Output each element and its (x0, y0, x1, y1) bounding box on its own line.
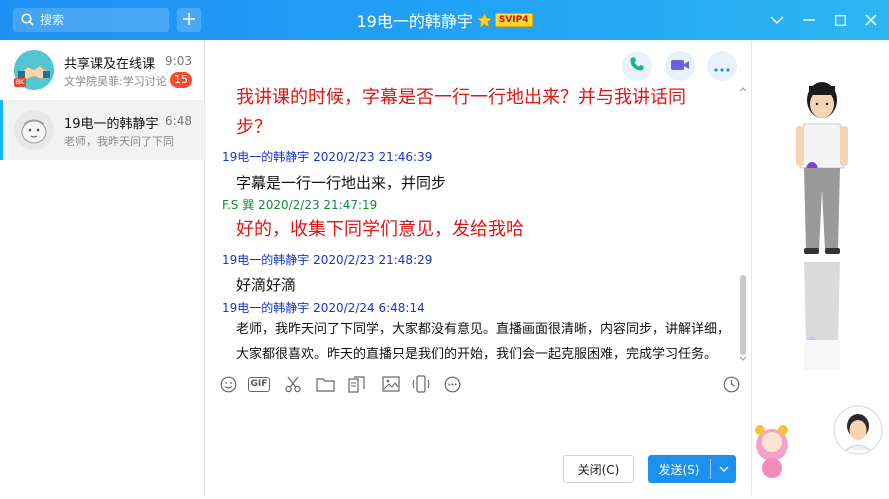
minimize-icon[interactable] (793, 0, 825, 40)
history-clock-icon[interactable] (721, 374, 741, 394)
video-icon (670, 57, 690, 76)
video-call-button[interactable] (665, 51, 695, 81)
chevron-down-icon[interactable] (761, 0, 793, 40)
conversation-time: 6:48 (165, 114, 192, 128)
gif-icon[interactable]: GIF (247, 374, 271, 394)
close-icon[interactable] (855, 0, 887, 40)
message-sender: 19电一的韩静宇 2020/2/24 6:48:14 (222, 301, 425, 315)
message-scrollbar[interactable] (739, 87, 747, 361)
gif-label: GIF (247, 376, 271, 392)
phone-icon (629, 56, 645, 76)
search-icon (21, 11, 34, 30)
message-input[interactable] (205, 402, 751, 448)
composer-toolbar: GIF (205, 370, 751, 398)
message-sender: 19电一的韩静宇 2020/2/23 21:46:39 (222, 150, 433, 164)
more-options-button[interactable] (707, 51, 737, 81)
scissors-icon[interactable] (283, 374, 303, 394)
message-text: 好滴好滴 (236, 276, 297, 294)
avatar (14, 110, 54, 150)
search-box[interactable] (13, 8, 169, 32)
message-text: 我讲课的时候，字幕是否一行一行地出来？并与我讲话同 (236, 87, 686, 108)
close-button[interactable]: 关闭(C) (563, 455, 634, 483)
more-icon (714, 57, 730, 76)
emoji-icon[interactable] (218, 374, 238, 394)
conversation-item[interactable]: BK 共享课及在线课 9:03 文学院吴菲:学习讨论 15 (0, 40, 204, 100)
message-sender: 19电一的韩静宇 2020/2/23 21:48:29 (222, 253, 433, 267)
message-text: 大家都很喜欢。昨天的直播只是我们的开始，我们会一起克服困难，完成学习任务。 (236, 347, 718, 362)
unread-badge: 15 (170, 72, 192, 88)
message-history[interactable]: 我讲课的时候，字幕是否一行一行地出来？并与我讲话同 步？ 19电一的韩静宇 20… (205, 80, 751, 402)
doc-icon[interactable] (347, 374, 367, 394)
conversation-preview: 老师，我昨天问了下同学 (64, 135, 174, 148)
image-icon[interactable] (381, 374, 401, 394)
shake-icon[interactable] (411, 374, 431, 394)
conversation-list: BK 共享课及在线课 9:03 文学院吴菲:学习讨论 15 19电一的韩静宇 6… (0, 40, 205, 495)
scrollbar-thumb[interactable] (740, 275, 746, 355)
conversation-name: 19电一的韩静宇 (64, 117, 159, 132)
show-avatar-figure (755, 82, 883, 478)
maximize-icon[interactable] (824, 0, 856, 40)
send-label: 发送(S) (658, 462, 700, 477)
message-text: 好的，收集下同学们意见，发给我哈 (236, 219, 524, 240)
emoticon-icon[interactable] (442, 374, 462, 394)
search-input[interactable] (40, 13, 160, 27)
chat-panel: 我讲课的时候，字幕是否一行一行地出来？并与我讲话同 步？ 19电一的韩静宇 20… (205, 40, 751, 495)
message-sender: F.S 巽 2020/2/23 21:47:19 (222, 198, 378, 212)
conversation-name: 共享课及在线课 (64, 57, 156, 72)
conversation-time: 9:03 (165, 54, 192, 68)
message-text: 字幕是一行一行地出来，并同步 (236, 174, 447, 192)
show-avatar-panel (751, 40, 889, 495)
message-text: 步？ (236, 117, 272, 138)
title-bar: 19电一的韩静宇 SVIP4 (0, 0, 889, 40)
chevron-down-icon[interactable] (711, 466, 736, 472)
conversation-item[interactable]: 19电一的韩静宇 6:48 老师，我昨天问了下同学 (0, 100, 204, 160)
window-title[interactable]: 19电一的韩静宇 (356, 8, 472, 32)
voice-call-button[interactable] (622, 51, 652, 81)
send-button[interactable]: 发送(S) (648, 455, 736, 483)
vip-badge: SVIP4 (494, 13, 533, 27)
plus-icon (182, 11, 196, 30)
add-button[interactable] (177, 8, 201, 32)
folder-icon[interactable] (315, 374, 335, 394)
star-icon (476, 12, 492, 28)
message-text: 老师，我昨天问了下同学，大家都没有意见。直播画面很清晰，内容同步，讲解详细， (236, 322, 731, 337)
avatar-tag: BK (14, 78, 27, 87)
conversation-preview: 文学院吴菲:学习讨论 (64, 75, 167, 88)
